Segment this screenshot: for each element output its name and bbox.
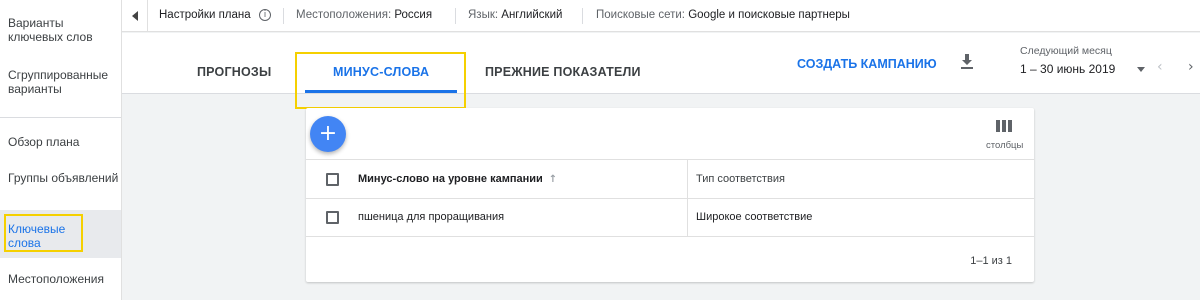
sidebar-item-label: Группы объявлений: [8, 171, 119, 185]
row-checkbox[interactable]: [326, 211, 339, 224]
sidebar-item-locations[interactable]: Местоположения: [0, 272, 121, 286]
language-value: Английский: [501, 9, 563, 21]
add-negative-keyword-button[interactable]: +: [310, 116, 346, 152]
networks-info[interactable]: Поисковые сети: Google и поисковые партн…: [596, 9, 850, 21]
divider: [582, 8, 583, 24]
locations-info[interactable]: Местоположения: Россия: [296, 9, 432, 21]
columns-icon[interactable]: [996, 120, 1012, 132]
column-header-match-type[interactable]: Тип соответствия: [696, 173, 785, 185]
create-campaign-button[interactable]: СОЗДАТЬ КАМПАНИЮ: [797, 57, 937, 71]
collapse-left-icon: [131, 11, 138, 21]
chevron-left-icon[interactable]: ‹: [1157, 59, 1163, 75]
table-row: пшеница для проращивания Широкое соответ…: [306, 198, 1034, 236]
locations-value: Россия: [394, 9, 433, 21]
info-icon[interactable]: i: [259, 9, 271, 21]
sidebar-item-label: Обзор плана: [8, 135, 80, 149]
chevron-right-icon[interactable]: ›: [1188, 59, 1194, 75]
sidebar-item-keyword-ideas[interactable]: Варианты ключевых слов: [0, 16, 121, 44]
highlight-box-sidebar: [4, 214, 83, 252]
sidebar-divider: [0, 117, 121, 118]
date-range-value[interactable]: 1 – 30 июнь 2019: [1020, 62, 1115, 76]
divider: [283, 8, 284, 24]
tab-forecasts[interactable]: ПРОГНОЗЫ: [197, 65, 271, 79]
negative-keywords-card: + столбцы Минус-слово на уровне кампании…: [306, 108, 1034, 282]
table-bottom-border: [306, 236, 1034, 237]
date-range-label: Следующий месяц: [1020, 45, 1112, 57]
download-icon[interactable]: [960, 54, 974, 70]
column-header-negative-keyword[interactable]: Минус-слово на уровне кампании ↑: [358, 173, 557, 185]
sidebar-item-label: Сгруппированные варианты: [8, 68, 109, 96]
match-type-cell[interactable]: Широкое соответствие: [696, 211, 812, 223]
tab-bar: ПРОГНОЗЫ МИНУС-СЛОВА ПРЕЖНИЕ ПОКАЗАТЕЛИ …: [122, 33, 1200, 94]
column-header-label: Минус-слово на уровне кампании: [358, 173, 543, 185]
sort-ascending-icon[interactable]: ↑: [549, 174, 557, 185]
sidebar-item-ad-groups[interactable]: Группы объявлений: [0, 171, 121, 185]
language-label: Язык:: [468, 9, 499, 21]
negative-keyword-cell: пшеница для проращивания: [358, 211, 505, 223]
tab-historical-metrics[interactable]: ПРЕЖНИЕ ПОКАЗАТЕЛИ: [485, 65, 641, 79]
collapse-sidebar-button[interactable]: [122, 0, 148, 32]
language-info[interactable]: Язык: Английский: [468, 9, 562, 21]
plan-info-bar: Настройки плана i Местоположения: Россия…: [122, 0, 1200, 32]
sidebar-item-grouped-ideas[interactable]: Сгруппированные варианты: [0, 68, 121, 96]
plus-icon: +: [318, 121, 338, 146]
columns-label[interactable]: столбцы: [986, 140, 1023, 151]
select-all-checkbox[interactable]: [326, 173, 339, 186]
sidebar: Варианты ключевых слов Сгруппированные в…: [0, 0, 122, 300]
dropdown-arrow-icon[interactable]: [1137, 67, 1145, 72]
plan-settings-link[interactable]: Настройки плана: [159, 9, 251, 21]
table-header-row: Минус-слово на уровне кампании ↑ Тип соот…: [306, 159, 1034, 198]
sidebar-item-plan-overview[interactable]: Обзор плана: [0, 135, 121, 149]
sidebar-item-label: Варианты ключевых слов: [8, 16, 93, 44]
networks-label: Поисковые сети:: [596, 9, 686, 21]
highlight-box-tab: [295, 52, 466, 109]
divider: [455, 8, 456, 24]
pagination-info: 1–1 из 1: [970, 255, 1012, 267]
networks-value: Google и поисковые партнеры: [688, 9, 850, 21]
locations-label: Местоположения:: [296, 9, 392, 21]
sidebar-item-label: Местоположения: [8, 272, 104, 286]
